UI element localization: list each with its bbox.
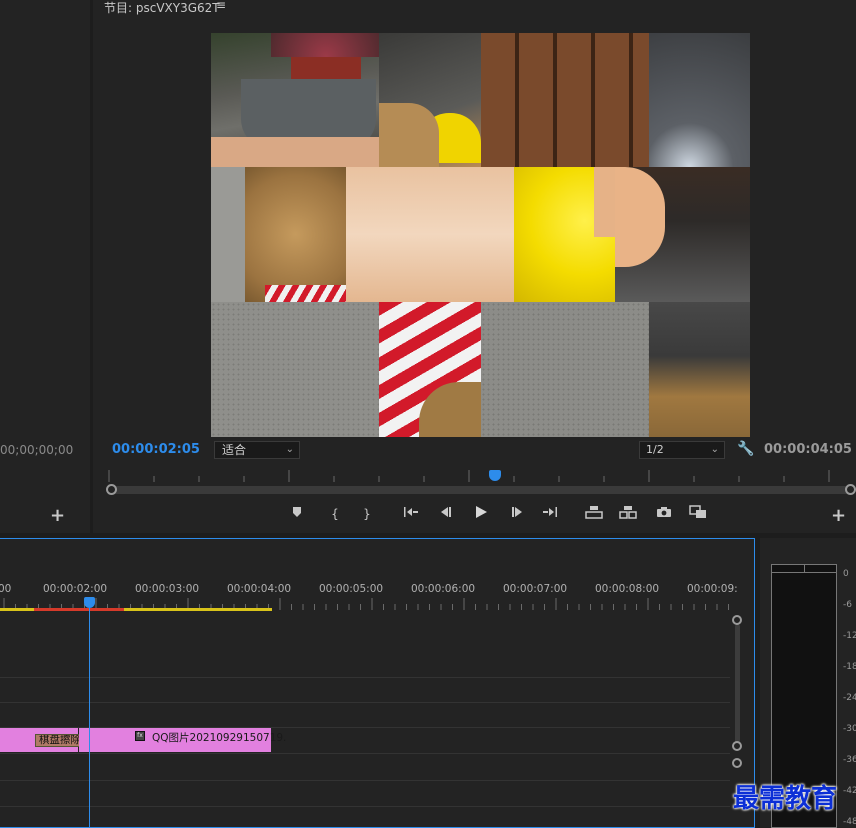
fx-badge[interactable]: fx — [135, 731, 145, 741]
plush-fur — [379, 103, 439, 167]
lift-button[interactable] — [584, 505, 604, 523]
step-forward-icon — [512, 507, 522, 517]
video-tile — [379, 302, 481, 437]
current-timecode[interactable]: 00:00:02:05 — [112, 442, 200, 457]
timeline-time-label: 00:00:02:00 — [43, 583, 108, 595]
lift-icon — [585, 506, 603, 519]
video-tile — [615, 167, 750, 302]
meter-divider — [804, 564, 805, 573]
compare-icon — [689, 505, 706, 518]
track-divider — [0, 677, 730, 678]
video-preview[interactable] — [211, 33, 750, 437]
db-label: -42 — [843, 786, 856, 796]
go-to-in-button[interactable] — [401, 505, 421, 523]
step-back-button[interactable] — [436, 505, 456, 523]
timeline-time-label: 00:00:07:00 — [503, 583, 568, 595]
marker-icon — [293, 507, 301, 517]
scroll-handle-top[interactable] — [732, 615, 742, 625]
play-button[interactable] — [471, 505, 491, 523]
video-tile — [649, 33, 750, 167]
playback-resolution-select[interactable]: 1/2 ⌄ — [639, 441, 725, 459]
db-label: -36 — [843, 755, 856, 765]
video-tile — [481, 33, 649, 167]
timeline-time-label: 00:00:06:00 — [411, 583, 476, 595]
db-label: -48 — [843, 817, 856, 827]
track-divider — [0, 753, 730, 754]
track-divider — [0, 806, 730, 807]
compare-view-button[interactable] — [688, 505, 708, 523]
mark-in-icon: { — [331, 507, 339, 521]
add-marker-button[interactable] — [287, 505, 307, 523]
timeline-panel[interactable] — [0, 538, 755, 828]
video-tile — [211, 167, 245, 302]
timeline-vertical-scrollbar[interactable] — [735, 624, 740, 744]
program-add-button[interactable]: + — [831, 505, 846, 526]
step-forward-button[interactable] — [507, 505, 527, 523]
timeline-time-label: 00:00:08:00 — [595, 583, 660, 595]
knit-stripes — [265, 285, 346, 302]
track-divider — [0, 780, 730, 781]
zoom-scroll-bar[interactable] — [112, 486, 850, 494]
video-tile — [245, 167, 346, 302]
program-time-ruler[interactable] — [105, 470, 850, 482]
fit-select[interactable]: 适合 ⌄ — [214, 441, 300, 459]
video-tile — [649, 302, 750, 437]
db-label: -30 — [843, 724, 856, 734]
cat-head — [594, 167, 615, 237]
plush-fur — [419, 382, 481, 437]
scroll-handle-lower[interactable] — [732, 758, 742, 768]
timeline-time-label: 00:00:05:00 — [319, 583, 384, 595]
render-status-bar — [34, 608, 124, 611]
timeline-time-label: 00:00:03:00 — [135, 583, 200, 595]
extract-icon — [619, 506, 637, 519]
go-to-out-button[interactable] — [540, 505, 560, 523]
step-back-icon — [441, 507, 451, 517]
track-divider — [0, 702, 730, 703]
video-tile — [379, 33, 481, 167]
timeline-time-label: 00:00:04:00 — [227, 583, 292, 595]
source-timecode[interactable]: 00;00;00;00 — [0, 443, 73, 457]
source-add-button[interactable]: + — [50, 505, 65, 526]
db-label: -6 — [843, 600, 852, 610]
go-to-out-icon — [543, 507, 557, 517]
timeline-playhead[interactable] — [84, 597, 95, 608]
cat-fur — [211, 137, 379, 167]
chevron-down-icon: ⌄ — [710, 444, 719, 455]
extract-button[interactable] — [618, 505, 638, 523]
db-label: 0 — [843, 569, 849, 579]
camera-icon — [657, 507, 671, 517]
video-tile — [211, 33, 381, 167]
resolution-value: 1/2 — [646, 443, 664, 456]
db-label: -18 — [843, 662, 856, 672]
video-tile — [211, 302, 379, 437]
cat-face — [615, 167, 665, 267]
mark-out-button[interactable]: } — [357, 505, 377, 523]
timeline-time-label: 00:00:09: — [687, 583, 738, 595]
fit-select-value: 适合 — [222, 443, 247, 457]
watermark: 最需教育 — [733, 784, 838, 814]
mark-out-icon: } — [363, 507, 371, 521]
zoom-handle-left[interactable] — [106, 484, 117, 495]
zoom-handle-right[interactable] — [845, 484, 856, 495]
db-label: -12 — [843, 631, 856, 641]
plant-leaves — [271, 33, 381, 57]
timeline-playhead-line — [89, 605, 90, 828]
program-monitor-title[interactable]: 节目: pscVXY3G62T — [104, 0, 220, 16]
scroll-handle-bottom[interactable] — [732, 741, 742, 751]
chevron-down-icon: ⌄ — [285, 444, 294, 455]
go-to-in-icon — [404, 507, 418, 517]
export-frame-button[interactable] — [654, 505, 674, 523]
clip-name: QQ图片20210929150719. — [152, 732, 287, 744]
timeline-time-label: 00 — [0, 583, 12, 595]
duration-timecode: 00:00:04:05 — [764, 442, 852, 457]
video-tile — [481, 302, 649, 437]
play-icon — [476, 506, 487, 518]
video-tile — [514, 167, 615, 302]
wrench-icon[interactable]: 🔧 — [737, 441, 754, 457]
db-label: -24 — [843, 693, 856, 703]
mark-in-button[interactable]: { — [325, 505, 345, 523]
hamburger-icon[interactable]: ≡ — [216, 0, 226, 12]
video-tile — [346, 167, 514, 302]
